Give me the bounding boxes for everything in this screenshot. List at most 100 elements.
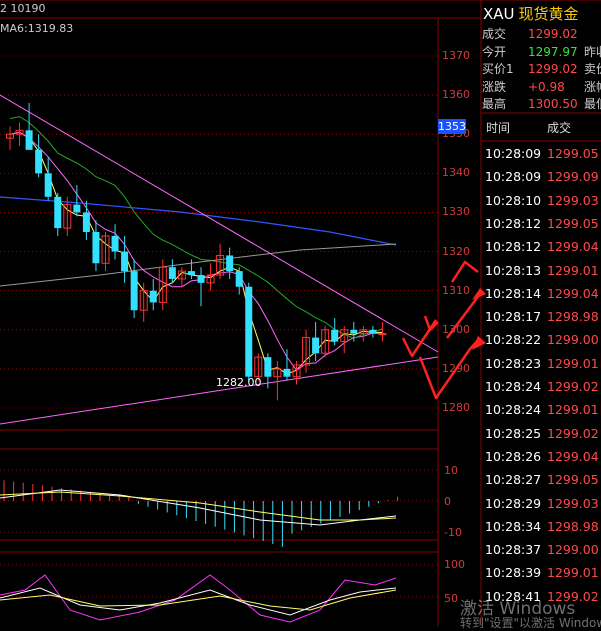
tick-row[interactable]: 10:28:34 1298.98 bbox=[485, 519, 599, 541]
candle-body-down bbox=[121, 251, 129, 272]
tick-row[interactable]: 10:28:24 1299.02 bbox=[485, 379, 599, 401]
tick-time: 10:28:12 bbox=[485, 215, 542, 231]
low-price-marker: 1282.00 bbox=[216, 376, 262, 389]
price-axis-label: 1280 bbox=[442, 401, 470, 414]
tick-row[interactable]: 10:28:14 1299.04 bbox=[485, 286, 599, 308]
tick-price: 1299.04 bbox=[547, 448, 599, 464]
tick-price: 1299.01 bbox=[547, 262, 599, 278]
tick-row[interactable]: 10:28:24 1299.01 bbox=[485, 402, 599, 424]
descending-trendline bbox=[0, 94, 439, 353]
tick-time: 10:28:29 bbox=[485, 495, 542, 511]
candle-body-down bbox=[73, 204, 81, 213]
tick-time: 10:28:10 bbox=[485, 192, 542, 208]
quote-value: 1299.02 bbox=[528, 62, 578, 76]
macd-axis-label: 10 bbox=[444, 464, 458, 477]
tick-row[interactable]: 10:28:09 1299.09 bbox=[485, 169, 599, 191]
forecast-zigzag-1 bbox=[401, 319, 438, 358]
price-axis-label: 1320 bbox=[442, 244, 470, 258]
macd-indicator bbox=[0, 480, 399, 547]
tick-row[interactable]: 10:28:37 1299.00 bbox=[485, 542, 599, 564]
current-price-tag: 1353 bbox=[438, 119, 466, 134]
ma-fast-line bbox=[9, 131, 383, 375]
tick-row[interactable]: 10:28:39 1299.01 bbox=[485, 565, 599, 587]
candle-body-down bbox=[369, 329, 377, 334]
tick-time: 10:28:17 bbox=[485, 309, 542, 325]
symbol-code: XAU bbox=[483, 5, 515, 23]
candle-body-down bbox=[331, 329, 339, 342]
chart-code-label: 2 10190 bbox=[0, 2, 46, 15]
candle-body-down bbox=[111, 235, 119, 252]
tick-price: 1299.03 bbox=[547, 495, 599, 511]
tick-time: 10:28:13 bbox=[485, 262, 542, 278]
tick-price: 1298.98 bbox=[547, 518, 599, 534]
candle-body-down bbox=[35, 149, 43, 174]
tick-time: 10:28:25 bbox=[485, 425, 542, 441]
candle-body-down bbox=[350, 329, 358, 334]
candle-body-down bbox=[54, 196, 62, 229]
quote-label: 今开 bbox=[482, 44, 507, 59]
ma-green-line bbox=[9, 116, 383, 339]
tick-price: 1299.05 bbox=[547, 215, 599, 231]
candle-body-down bbox=[283, 368, 291, 377]
tick-price: 1299.00 bbox=[547, 542, 599, 558]
quote-row: 成交 1299.02 bbox=[482, 25, 584, 43]
tick-price: 1299.01 bbox=[547, 402, 599, 418]
candle-body-up bbox=[378, 333, 387, 336]
tick-time: 10:28:34 bbox=[485, 518, 542, 534]
price-axis-label: 1290 bbox=[442, 361, 470, 375]
windows-watermark-sub: 转到"设置"以激活 Windows。 bbox=[460, 616, 601, 630]
candle-body-down bbox=[130, 271, 138, 311]
symbol-name: 现货黄金 bbox=[518, 5, 579, 23]
tick-row[interactable]: 10:28:17 1298.98 bbox=[485, 309, 599, 331]
candle-body-down bbox=[44, 173, 52, 197]
tick-price: 1299.01 bbox=[547, 355, 599, 371]
tick-price: 1299.04 bbox=[547, 285, 599, 301]
forecast-zigzag-2 bbox=[423, 315, 439, 332]
tick-price: 1299.03 bbox=[547, 192, 599, 208]
quote-row: 买价1 1299.02 卖价 bbox=[482, 60, 601, 78]
candle-body-down bbox=[264, 357, 272, 377]
quote-value: 1297.97 bbox=[528, 44, 578, 59]
price-axis-label: 1360 bbox=[442, 88, 470, 102]
symbol-header: XAU 现货黄金 bbox=[483, 3, 579, 24]
tick-row[interactable]: 10:28:13 1299.01 bbox=[485, 263, 599, 285]
quote-row: 最高 1300.50 最低 bbox=[482, 95, 601, 113]
candle-body-down bbox=[226, 255, 234, 272]
quote-row: 今开 1297.97 昨收 bbox=[482, 43, 601, 61]
candle-body-down bbox=[25, 130, 33, 150]
tick-row[interactable]: 10:28:12 1299.04 bbox=[485, 239, 599, 261]
quote-right-label: 卖价 bbox=[584, 62, 601, 76]
tick-row[interactable]: 10:28:09 1299.05 bbox=[485, 146, 599, 168]
quote-label: 买价1 bbox=[482, 62, 514, 76]
quote-right-label: 昨收 bbox=[584, 44, 601, 59]
candle-body-down bbox=[168, 267, 176, 279]
tick-row[interactable]: 10:28:23 1299.01 bbox=[485, 356, 599, 378]
quote-label: 最高 bbox=[482, 97, 507, 111]
tick-time: 10:28:26 bbox=[485, 448, 542, 464]
tick-row[interactable]: 10:28:26 1299.04 bbox=[485, 449, 599, 471]
price-axis-label: 1300 bbox=[442, 322, 470, 336]
tick-time: 10:28:09 bbox=[485, 169, 542, 185]
tick-row[interactable]: 10:28:25 1299.02 bbox=[485, 426, 599, 448]
tick-price: 1299.09 bbox=[547, 169, 599, 185]
tick-row[interactable]: 10:28:27 1299.05 bbox=[485, 472, 599, 494]
tick-row[interactable]: 10:28:29 1299.03 bbox=[485, 496, 599, 518]
forecast-arrow-high bbox=[450, 260, 479, 283]
tick-price: 1299.04 bbox=[547, 239, 599, 255]
tick-row[interactable]: 10:28:22 1299.00 bbox=[485, 332, 599, 354]
candle-body-down bbox=[149, 290, 157, 303]
quote-label: 成交 bbox=[482, 27, 507, 41]
tick-time: 10:28:24 bbox=[485, 402, 542, 418]
tick-row[interactable]: 10:28:10 1299.03 bbox=[485, 193, 599, 215]
tick-price: 1298.98 bbox=[547, 309, 599, 325]
price-axis-label: 1370 bbox=[442, 49, 470, 62]
price-axis-label: 1330 bbox=[442, 205, 470, 219]
tick-row[interactable]: 10:28:12 1299.05 bbox=[485, 216, 599, 238]
quote-right-label: 最低 bbox=[584, 97, 601, 111]
candle-body-down bbox=[92, 232, 100, 264]
tick-time: 10:28:09 bbox=[485, 146, 542, 161]
candle-body-down bbox=[235, 271, 243, 287]
tick-time: 10:28:24 bbox=[485, 379, 542, 394]
candle-body-down bbox=[245, 286, 253, 377]
candle-body-down bbox=[187, 271, 195, 276]
